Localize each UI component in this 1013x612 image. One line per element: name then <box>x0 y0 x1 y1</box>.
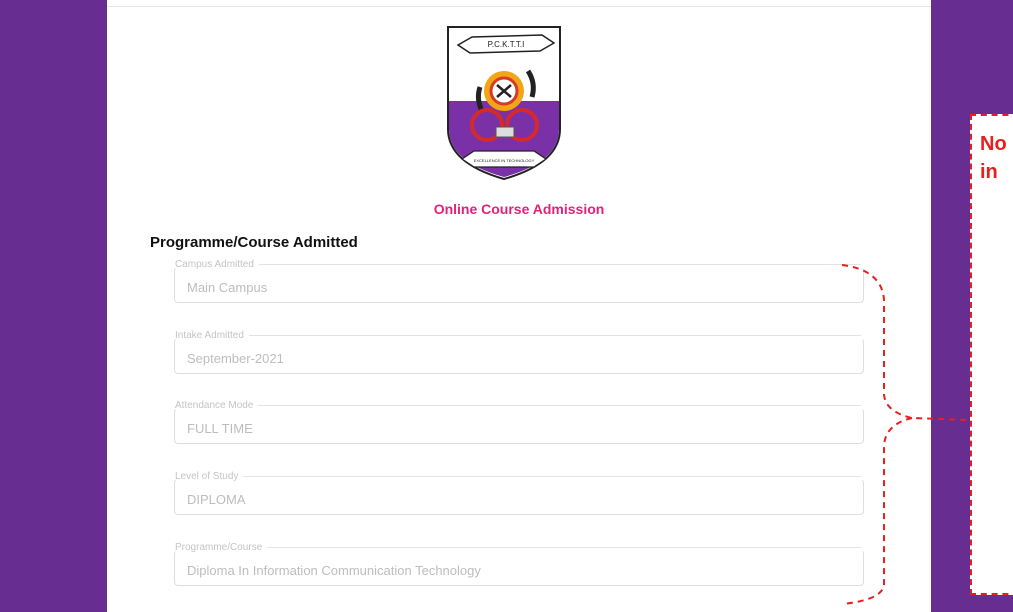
level-of-study-value: DIPLOMA <box>187 492 246 507</box>
section-title: Programme/Course Admitted <box>150 234 358 251</box>
field-border-top <box>258 405 861 406</box>
annotation-callout: No in <box>970 114 1013 595</box>
institution-logo: P.C.K.T.T.I EXCELLENCE IN TECHNOLOGY <box>442 17 566 181</box>
intake-admitted-label: Intake Admitted <box>175 330 244 341</box>
programme-course-label: Programme/Course <box>175 542 263 553</box>
level-of-study-label: Level of Study <box>175 471 239 482</box>
field-border-top <box>248 335 861 336</box>
top-divider <box>107 6 931 7</box>
callout-line-1: No <box>980 133 1007 155</box>
form-title: Online Course Admission <box>433 201 605 217</box>
callout-text: No in <box>980 130 1013 186</box>
attendance-mode-field[interactable]: Attendance Mode FULL TIME <box>174 400 864 444</box>
field-border-top <box>258 264 861 265</box>
callout-line-2: in <box>980 161 998 183</box>
intake-admitted-value: September-2021 <box>187 351 284 366</box>
campus-admitted-label: Campus Admitted <box>175 259 254 270</box>
attendance-mode-label: Attendance Mode <box>175 400 254 411</box>
field-border-top <box>243 476 861 477</box>
programme-course-value: Diploma In Information Communication Tec… <box>187 563 481 578</box>
intake-admitted-field[interactable]: Intake Admitted September-2021 <box>174 330 864 374</box>
svg-text:P.C.K.T.T.I: P.C.K.T.T.I <box>488 40 525 49</box>
svg-text:EXCELLENCE IN TECHNOLOGY: EXCELLENCE IN TECHNOLOGY <box>474 158 535 163</box>
programme-course-field[interactable]: Programme/Course Diploma In Information … <box>174 542 864 586</box>
attendance-mode-value: FULL TIME <box>187 421 253 436</box>
level-of-study-field[interactable]: Level of Study DIPLOMA <box>174 471 864 515</box>
campus-admitted-value: Main Campus <box>187 280 268 295</box>
campus-admitted-field[interactable]: Campus Admitted Main Campus <box>174 259 864 303</box>
field-border-top <box>267 547 861 548</box>
admission-form-page: P.C.K.T.T.I EXCELLENCE IN TECHNOLOGY Onl… <box>107 0 931 612</box>
